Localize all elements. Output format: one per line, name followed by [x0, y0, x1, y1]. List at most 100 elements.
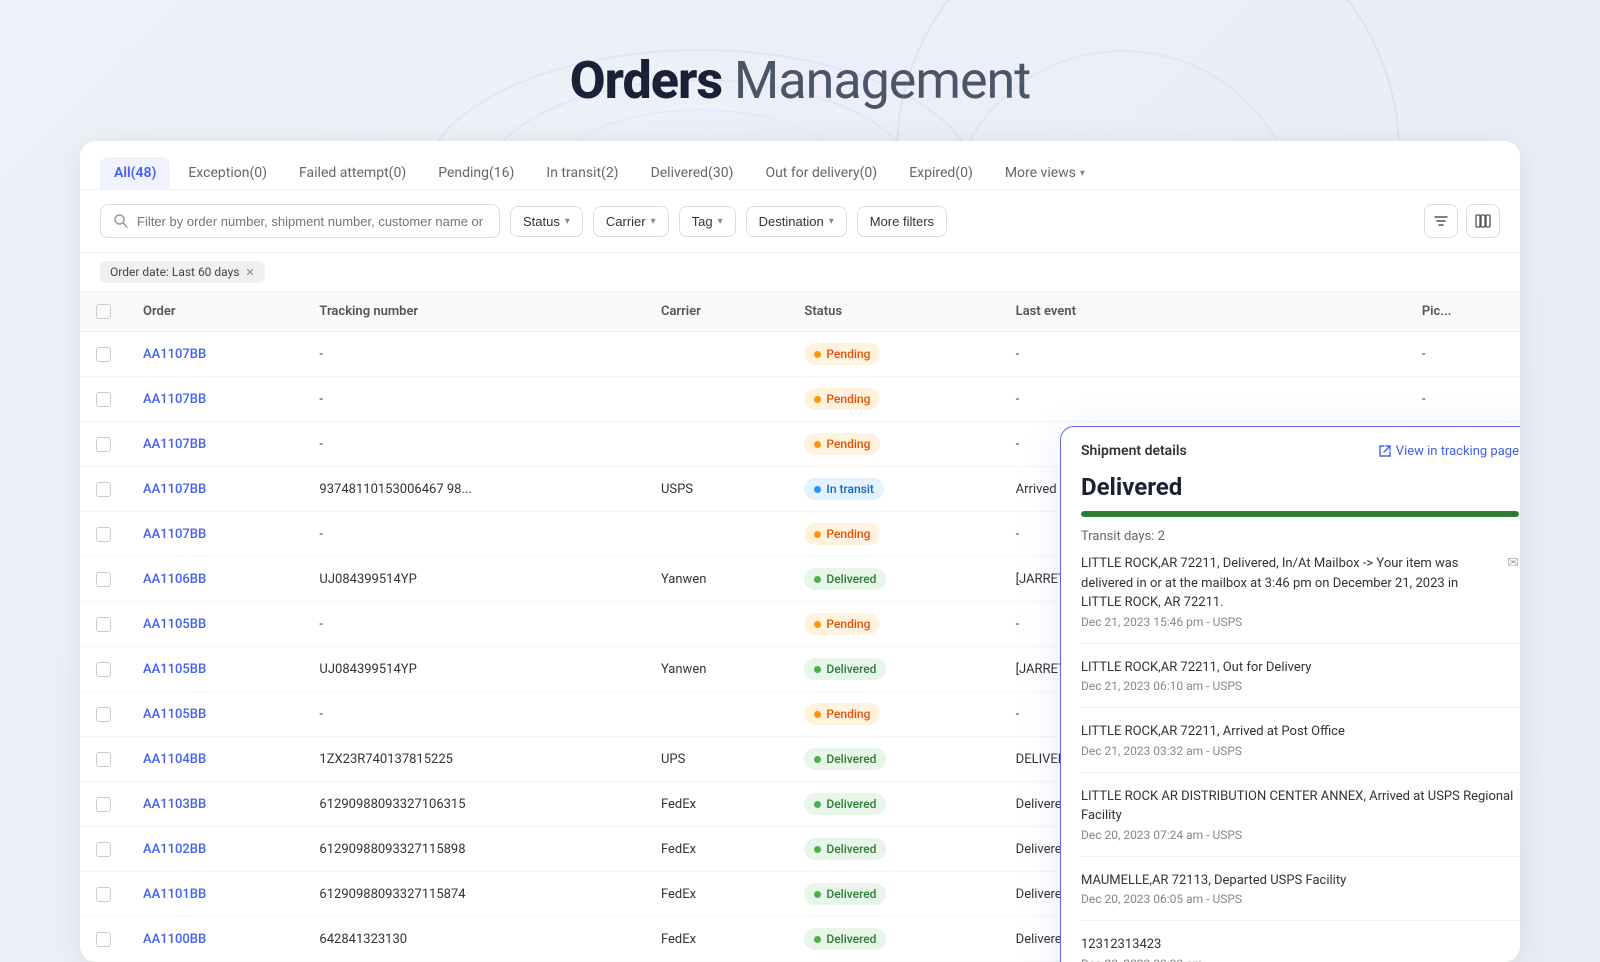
tab-more-views[interactable]: More views ▾ [991, 157, 1099, 189]
status-badge: Delivered [804, 883, 886, 905]
tab-pending[interactable]: Pending(16) [424, 157, 528, 189]
status-badge: Delivered [804, 658, 886, 680]
event-with-icon: LITTLE ROCK,AR 72211, Delivered, In/At M… [1081, 554, 1519, 613]
status-badge-cell: Pending [788, 602, 999, 647]
more-filters-button[interactable]: More filters [857, 206, 947, 237]
table-row: AA1107BB - Pending - - [80, 332, 1520, 377]
last-event: - [1000, 332, 1406, 377]
row-checkbox[interactable] [96, 527, 111, 542]
carrier: Yanwen [645, 557, 788, 602]
order-link[interactable]: AA1102BB [143, 842, 206, 857]
row-checkbox[interactable] [96, 932, 111, 947]
progress-bar-container [1061, 505, 1520, 523]
search-input[interactable] [137, 214, 487, 229]
order-link[interactable]: AA1104BB [143, 752, 206, 767]
row-checkbox[interactable] [96, 617, 111, 632]
carrier: FedEx [645, 917, 788, 962]
status-filter-button[interactable]: Status ▾ [510, 206, 583, 237]
event-description: 12312313423 [1081, 935, 1519, 955]
sort-icon [1433, 213, 1449, 229]
status-badge: Pending [804, 388, 880, 410]
row-checkbox[interactable] [96, 572, 111, 587]
order-link[interactable]: AA1107BB [143, 392, 206, 407]
row-checkbox[interactable] [96, 707, 111, 722]
row-checkbox[interactable] [96, 842, 111, 857]
event-item: 12312313423 Dec 20, 2023 03:00 am [1081, 935, 1519, 962]
date-tag-close-icon[interactable]: ✕ [245, 266, 254, 279]
event-item: LITTLE ROCK,AR 72211, Delivered, In/At M… [1081, 554, 1519, 629]
event-divider [1081, 772, 1519, 773]
order-link[interactable]: AA1107BB [143, 482, 206, 497]
status-badge: Delivered [804, 568, 886, 590]
tab-failed[interactable]: Failed attempt(0) [285, 157, 420, 189]
status-badge-cell: Pending [788, 692, 999, 737]
status-dot-icon [814, 936, 821, 943]
order-link[interactable]: AA1100BB [143, 932, 206, 947]
view-tracking-link[interactable]: View in tracking page [1378, 444, 1519, 459]
row-checkbox[interactable] [96, 437, 111, 452]
tracking-number: 61290988093327115898 [303, 827, 645, 872]
status-badge-cell: Delivered [788, 737, 999, 782]
status-dot-icon [814, 711, 821, 718]
status-chevron-icon: ▾ [565, 216, 570, 227]
row-checkbox[interactable] [96, 752, 111, 767]
tracking-number: 93748110153006467 98... [303, 467, 645, 512]
search-box[interactable] [100, 204, 500, 238]
status-badge-cell: Delivered [788, 827, 999, 872]
status-badge-cell: Delivered [788, 872, 999, 917]
last-event: - [1000, 377, 1406, 422]
carrier [645, 602, 788, 647]
order-link[interactable]: AA1101BB [143, 887, 206, 902]
tracking-number: UJ084399514YP [303, 557, 645, 602]
columns-button[interactable] [1466, 204, 1500, 238]
row-checkbox[interactable] [96, 662, 111, 677]
carrier: FedEx [645, 872, 788, 917]
order-link[interactable]: AA1105BB [143, 662, 206, 677]
status-dot-icon [814, 756, 821, 763]
carrier: USPS [645, 467, 788, 512]
status-badge: Pending [804, 433, 880, 455]
destination-filter-button[interactable]: Destination ▾ [746, 206, 847, 237]
envelope-icon: ✉ [1507, 555, 1519, 571]
status-badge-cell: In transit [788, 467, 999, 512]
col-status: Status [788, 292, 999, 332]
order-link[interactable]: AA1105BB [143, 707, 206, 722]
status-badge: Delivered [804, 928, 886, 950]
tabs-bar: All(48) Exception(0) Failed attempt(0) P… [80, 141, 1520, 190]
order-link[interactable]: AA1103BB [143, 797, 206, 812]
row-checkbox[interactable] [96, 482, 111, 497]
detail-panel-header: Shipment details View in tracking page [1061, 427, 1520, 469]
tab-delivered[interactable]: Delivered(30) [637, 157, 748, 189]
tab-out-delivery[interactable]: Out for delivery(0) [751, 157, 891, 189]
page-title-section: Orders Management [0, 0, 1600, 141]
row-checkbox[interactable] [96, 887, 111, 902]
status-badge-cell: Pending [788, 512, 999, 557]
row-checkbox[interactable] [96, 797, 111, 812]
row-checkbox[interactable] [96, 392, 111, 407]
more-views-chevron-icon: ▾ [1080, 168, 1085, 179]
carrier: Yanwen [645, 647, 788, 692]
tab-exception[interactable]: Exception(0) [174, 157, 281, 189]
tab-in-transit[interactable]: In transit(2) [532, 157, 632, 189]
carrier [645, 332, 788, 377]
status-dot-icon [814, 666, 821, 673]
order-link[interactable]: AA1107BB [143, 437, 206, 452]
order-link[interactable]: AA1105BB [143, 617, 206, 632]
transit-days: Transit days: 2 [1061, 523, 1520, 554]
order-link[interactable]: AA1107BB [143, 347, 206, 362]
status-dot-icon [814, 351, 821, 358]
order-link[interactable]: AA1107BB [143, 527, 206, 542]
tracking-number: 642841323130 [303, 917, 645, 962]
destination-chevron-icon: ▾ [829, 216, 834, 227]
carrier-filter-button[interactable]: Carrier ▾ [593, 206, 669, 237]
status-badge-cell: Delivered [788, 647, 999, 692]
select-all-checkbox[interactable] [96, 304, 111, 319]
sort-button[interactable] [1424, 204, 1458, 238]
event-meta: Dec 21, 2023 06:10 am - USPS [1081, 679, 1519, 693]
tab-expired[interactable]: Expired(0) [895, 157, 987, 189]
row-checkbox[interactable] [96, 347, 111, 362]
status-badge-cell: Delivered [788, 557, 999, 602]
tab-all[interactable]: All(48) [100, 157, 170, 189]
tag-filter-button[interactable]: Tag ▾ [679, 206, 736, 237]
order-link[interactable]: AA1106BB [143, 572, 206, 587]
